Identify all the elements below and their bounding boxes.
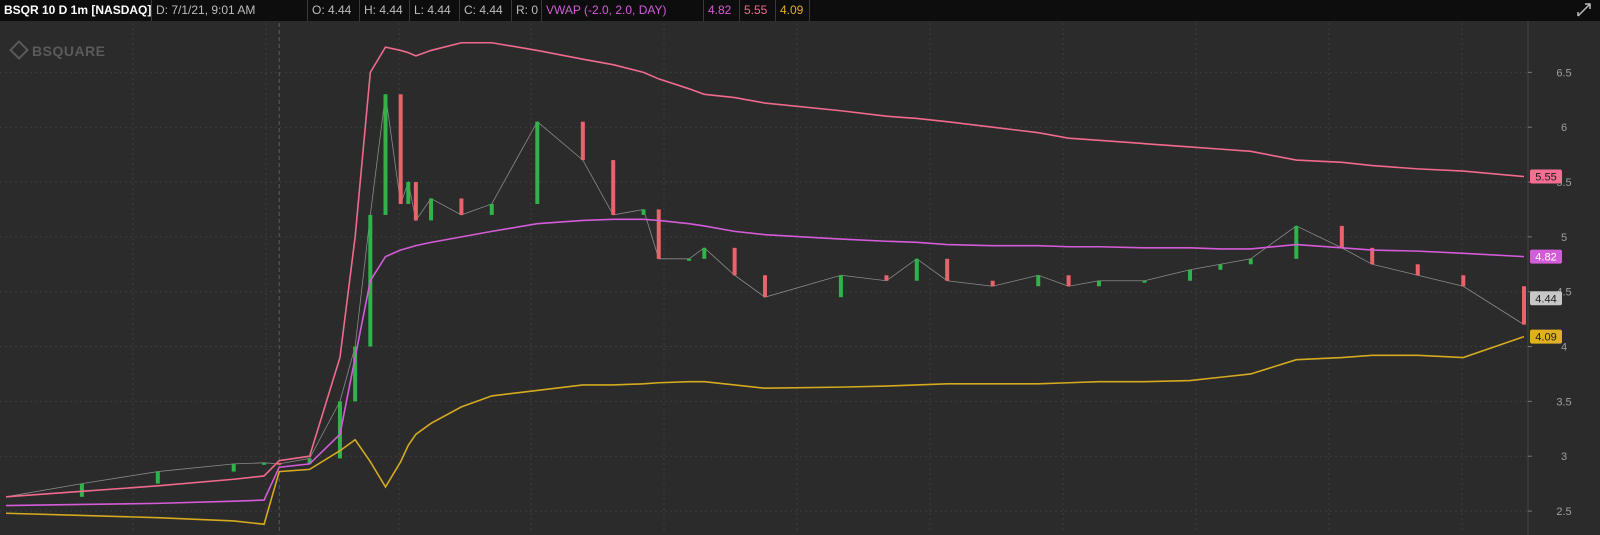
price-candle xyxy=(884,275,889,281)
series-upper-band xyxy=(5,41,1525,498)
badge-vwap-label: 4.82 xyxy=(1535,252,1556,264)
price-candle xyxy=(398,94,403,204)
price-candle xyxy=(914,258,919,281)
price-candle xyxy=(838,275,843,298)
price-candle xyxy=(687,258,692,261)
price-candle xyxy=(641,209,646,215)
price-candle xyxy=(1294,225,1299,259)
price-candle xyxy=(1522,286,1526,325)
lower-band-value: 4.09 xyxy=(776,0,810,21)
price-candle xyxy=(79,483,84,497)
price-candle xyxy=(406,182,411,204)
badge-last: 4.44 xyxy=(1530,291,1562,306)
price-candle xyxy=(155,471,160,484)
close-readout: C: 4.44 xyxy=(460,0,512,21)
y-tick-label: 6.5 xyxy=(1556,67,1571,79)
badge-upper-label: 5.55 xyxy=(1535,172,1556,184)
y-tick-label: 2.5 xyxy=(1556,506,1571,518)
price-candle xyxy=(1461,275,1466,287)
series-layer xyxy=(5,41,1526,526)
price-candle xyxy=(1066,275,1071,287)
badge-lower-label: 4.09 xyxy=(1535,332,1556,344)
price-candle xyxy=(1096,280,1101,287)
range-readout: R: 0 xyxy=(512,0,542,21)
badge-upper: 5.55 xyxy=(1530,169,1562,184)
upper-band-value: 5.55 xyxy=(740,0,776,21)
price-candle xyxy=(763,275,767,298)
badge-vwap: 4.82 xyxy=(1530,249,1562,264)
price-candle xyxy=(535,121,540,204)
symbol-title[interactable]: BSQR 10 D 1m [NASDAQ] xyxy=(0,0,152,21)
expand-icon[interactable] xyxy=(1576,2,1592,18)
study-label[interactable]: VWAP (-2.0, 2.0, DAY) xyxy=(542,0,704,21)
price-candle xyxy=(611,160,616,215)
price-candle xyxy=(580,121,585,161)
price-candle xyxy=(429,198,434,221)
price-badges: 5.55 4.82 4.44 4.09 xyxy=(1530,169,1562,344)
price-chart[interactable]: 2.533.544.555.566.5 5.554.824.444.09 xyxy=(0,21,1600,535)
price-candle xyxy=(990,280,995,287)
series-lower-band xyxy=(5,335,1525,526)
open-readout: O: 4.44 xyxy=(308,0,360,21)
price-candle xyxy=(1415,264,1420,276)
y-tick-label: 3 xyxy=(1561,451,1567,463)
series-vwap xyxy=(5,218,1525,507)
y-tick-label: 4 xyxy=(1561,342,1567,354)
y-axis: 2.533.544.555.566.5 xyxy=(1527,21,1572,535)
price-candle xyxy=(1339,225,1344,248)
vwap-value: 4.82 xyxy=(704,0,740,21)
y-tick-label: 5 xyxy=(1561,232,1567,244)
price-candle xyxy=(1218,264,1223,270)
price-candle xyxy=(1142,280,1147,283)
low-readout: L: 4.44 xyxy=(410,0,460,21)
high-readout: H: 4.44 xyxy=(360,0,410,21)
price-candle xyxy=(656,209,661,259)
price-candle xyxy=(1248,258,1253,265)
date-readout: D: 7/1/21, 9:01 AM xyxy=(152,0,308,21)
price-candle xyxy=(1036,275,1041,287)
y-tick-label: 3.5 xyxy=(1556,396,1571,408)
price-candle xyxy=(489,203,494,215)
price-candle xyxy=(702,247,707,259)
chart-header: BSQR 10 D 1m [NASDAQ] D: 7/1/21, 9:01 AM… xyxy=(0,0,1600,21)
price-candle xyxy=(383,94,388,215)
badge-last-label: 4.44 xyxy=(1535,293,1556,305)
price-candle xyxy=(413,182,418,221)
price-candle xyxy=(231,463,236,472)
y-tick-label: 6 xyxy=(1561,122,1567,134)
price-candle xyxy=(945,258,950,281)
price-candle xyxy=(459,198,464,215)
price-candle xyxy=(262,462,267,465)
price-candle xyxy=(732,247,737,276)
price-candle xyxy=(1188,269,1193,281)
badge-lower: 4.09 xyxy=(1530,329,1562,344)
